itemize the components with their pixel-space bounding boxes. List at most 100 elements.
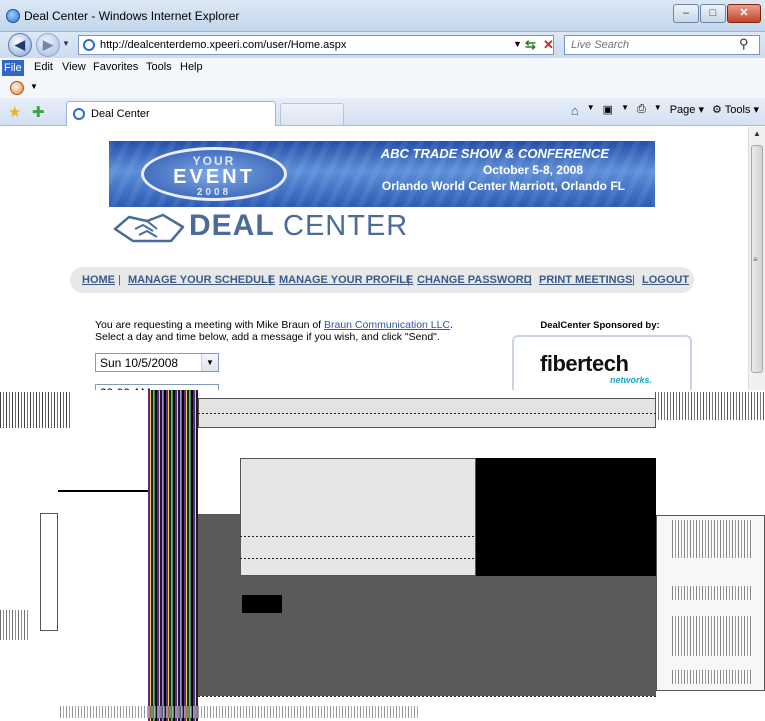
nav-separator: |	[529, 274, 532, 286]
add-favorites-icon[interactable]: ✚	[32, 103, 45, 121]
main-navigation: HOME | MANAGE YOUR SCHEDULE | MANAGE YOU…	[70, 267, 694, 293]
tab-deal-center[interactable]: Deal Center	[66, 101, 276, 126]
nav-separator: |	[632, 274, 635, 286]
nav-manage-profile[interactable]: MANAGE YOUR PROFILE	[279, 274, 413, 286]
badge-bottom: 2008	[196, 187, 232, 198]
menu-help[interactable]: Help	[180, 61, 203, 73]
tab-bar: ★ ✚ Deal Center ⌂ ▼ ▣ ▼ ⎙ ▼ Page ▾ ⚙ Tools …	[0, 98, 765, 126]
nav-separator: |	[118, 274, 121, 286]
url-history-dropdown[interactable]: ▼	[513, 39, 522, 49]
maximize-button[interactable]: □	[700, 4, 726, 23]
new-tab-button[interactable]	[280, 103, 344, 125]
stop-icon[interactable]: ✕	[543, 37, 554, 53]
feeds-cmd-dropdown[interactable]: ▼	[621, 103, 629, 118]
scroll-grip-icon: ≡	[753, 255, 758, 264]
sponsor-logo[interactable]: fibertech networks.	[512, 335, 692, 393]
noise-block	[672, 616, 752, 656]
nav-separator: |	[407, 274, 410, 286]
tools-menu[interactable]: ⚙ Tools ▾	[712, 103, 759, 118]
url-text[interactable]: http://dealcenterdemo.xpeeri.com/user/Ho…	[100, 39, 346, 51]
back-button[interactable]: ◀	[8, 33, 32, 57]
nav-manage-schedule[interactable]: MANAGE YOUR SCHEDULE	[128, 274, 275, 286]
nav-print-meetings[interactable]: PRINT MEETINGS	[539, 274, 633, 286]
address-bar: ◀ ▶ ▼ http://dealcenterdemo.xpeeri.com/u…	[0, 32, 765, 58]
nav-separator: |	[269, 274, 272, 286]
banner-event-name: ABC TRADE SHOW & CONFERENCE	[380, 146, 609, 161]
tools-menu-label: Tools	[724, 104, 751, 116]
noise-black-block	[242, 595, 282, 613]
tab-label: Deal Center	[91, 108, 150, 120]
banner-dates: October 5-8, 2008	[482, 163, 583, 177]
event-badge: YOUR EVENT 2008	[141, 147, 287, 201]
chevron-down-icon[interactable]: ▼	[201, 354, 218, 371]
arrow-right-icon: ▶	[43, 37, 53, 52]
noise-panel	[40, 513, 58, 631]
menu-edit[interactable]: Edit	[34, 61, 53, 73]
links-bar: ▼	[0, 78, 765, 98]
refresh-icon[interactable]: ⇆	[525, 37, 536, 53]
minimize-button[interactable]: –	[673, 4, 699, 23]
noise-block	[672, 586, 752, 600]
page-icon	[83, 39, 95, 51]
vertical-scrollbar[interactable]: ▲ ≡	[748, 127, 765, 392]
menu-tools[interactable]: Tools	[146, 61, 172, 73]
feeds-dropdown[interactable]: ▼	[30, 82, 38, 91]
sponsor-sub: networks.	[610, 375, 653, 385]
sponsor-name: fibertech	[540, 351, 629, 376]
noise-line	[198, 413, 656, 414]
corrupted-render-area	[0, 390, 765, 721]
menu-view[interactable]: View	[62, 61, 86, 73]
handshake-icon	[113, 213, 185, 243]
noise-block	[0, 392, 70, 428]
day-select[interactable]: Sun 10/5/2008 ▼	[95, 353, 219, 372]
internet-explorer-icon	[6, 9, 20, 23]
page-menu[interactable]: Page ▾	[670, 103, 704, 118]
home-icon[interactable]: ⌂	[571, 103, 579, 118]
noise-block	[60, 706, 420, 718]
noise-line	[198, 696, 656, 697]
page-icon	[73, 108, 85, 120]
dealcenter-logo[interactable]: DEAL CENTER	[113, 209, 453, 245]
meeting-request-text: You are requesting a meeting with Mike B…	[95, 319, 453, 343]
noise-bars	[148, 390, 198, 721]
sponsor-heading: DealCenter Sponsored by:	[540, 320, 660, 331]
company-link[interactable]: Braun Communication LLC	[324, 319, 450, 331]
banner-venue: Orlando World Center Marriott, Orlando F…	[381, 179, 625, 193]
logo-text-bold: DEAL	[189, 209, 275, 242]
window-title: Deal Center - Windows Internet Explorer	[24, 9, 240, 23]
noise-block	[655, 392, 765, 420]
noise-block	[672, 670, 752, 684]
forward-button[interactable]: ▶	[36, 33, 60, 57]
day-value: Sun 10/5/2008	[100, 356, 179, 370]
menu-file[interactable]: File	[2, 60, 24, 76]
search-box[interactable]: ⚲	[564, 35, 760, 55]
request-suffix: .	[450, 319, 453, 331]
noise-block	[672, 520, 752, 558]
page-viewport: YOUR EVENT 2008 ABC TRADE SHOW & CONFERE…	[0, 127, 765, 721]
scroll-up-icon[interactable]: ▲	[753, 129, 761, 138]
close-button[interactable]: ✕	[727, 4, 761, 23]
nav-logout[interactable]: LOGOUT	[642, 274, 689, 286]
feeds-icon[interactable]	[10, 81, 24, 95]
menu-favorites[interactable]: Favorites	[93, 61, 138, 73]
noise-line	[58, 490, 148, 492]
print-icon[interactable]: ⎙	[637, 103, 646, 118]
feeds-cmd-icon[interactable]: ▣	[603, 103, 613, 118]
command-bar: ⌂ ▼ ▣ ▼ ⎙ ▼ Page ▾ ⚙ Tools ▾	[571, 103, 759, 118]
noise-black-block	[474, 458, 656, 576]
search-input[interactable]	[569, 38, 729, 52]
nav-change-password[interactable]: CHANGE PASSWORD	[417, 274, 532, 286]
noise-block	[0, 610, 30, 640]
favorites-star-icon[interactable]: ★	[8, 103, 21, 121]
window-controls: – □ ✕	[672, 4, 761, 24]
recent-pages-dropdown[interactable]: ▼	[62, 39, 70, 48]
print-dropdown[interactable]: ▼	[654, 103, 662, 118]
nav-home[interactable]: HOME	[82, 274, 115, 286]
home-dropdown[interactable]: ▼	[587, 103, 595, 118]
noise-dark-block	[198, 576, 656, 696]
logo-text-light: CENTER	[283, 210, 409, 242]
request-prefix: You are requesting a meeting with Mike B…	[95, 319, 324, 331]
search-icon[interactable]: ⚲	[739, 36, 749, 52]
event-banner: YOUR EVENT 2008 ABC TRADE SHOW & CONFERE…	[109, 141, 655, 207]
url-field[interactable]: http://dealcenterdemo.xpeeri.com/user/Ho…	[78, 35, 554, 55]
